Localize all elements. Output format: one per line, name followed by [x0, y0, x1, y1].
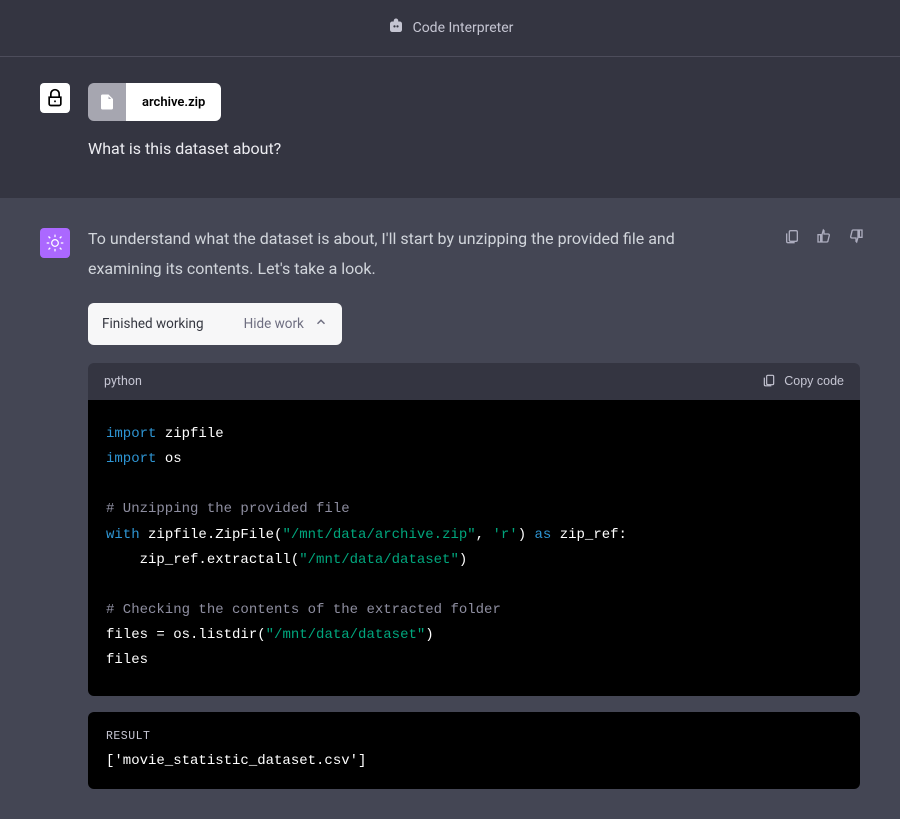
chevron-up-icon [314, 315, 328, 333]
user-prompt-text: What is this dataset about? [88, 139, 860, 158]
work-panel: Finished working Hide work [88, 303, 342, 345]
file-icon [88, 83, 126, 121]
header-bar: Code Interpreter [0, 0, 900, 57]
work-toggle-button[interactable]: Hide work [244, 315, 328, 333]
assistant-avatar [40, 228, 70, 258]
user-message: archive.zip What is this dataset about? [0, 57, 900, 198]
result-output: ['movie_statistic_dataset.csv'] [106, 753, 842, 769]
copy-code-button[interactable]: Copy code [762, 373, 844, 390]
thumbs-up-button[interactable] [814, 226, 834, 249]
file-name: archive.zip [126, 83, 221, 121]
work-toggle-label: Hide work [244, 316, 304, 332]
copy-label: Copy code [784, 374, 844, 388]
file-attachment-chip[interactable]: archive.zip [88, 83, 221, 121]
copy-message-button[interactable] [782, 226, 802, 249]
header-title: Code Interpreter [413, 20, 514, 36]
message-actions [782, 226, 866, 249]
assistant-text: To understand what the dataset is about,… [88, 224, 748, 285]
code-block: python Copy code import zipfile import o… [88, 363, 860, 696]
user-avatar [40, 83, 70, 113]
clipboard-icon [762, 373, 776, 390]
code-language-label: python [104, 374, 142, 389]
model-icon [387, 17, 405, 39]
result-label: RESULT [106, 730, 842, 743]
work-status: Finished working [102, 316, 204, 332]
result-block: RESULT ['movie_statistic_dataset.csv'] [88, 712, 860, 789]
code-content[interactable]: import zipfile import os # Unzipping the… [88, 400, 860, 696]
code-header: python Copy code [88, 363, 860, 400]
assistant-message: To understand what the dataset is about,… [0, 198, 900, 819]
thumbs-down-button[interactable] [846, 226, 866, 249]
